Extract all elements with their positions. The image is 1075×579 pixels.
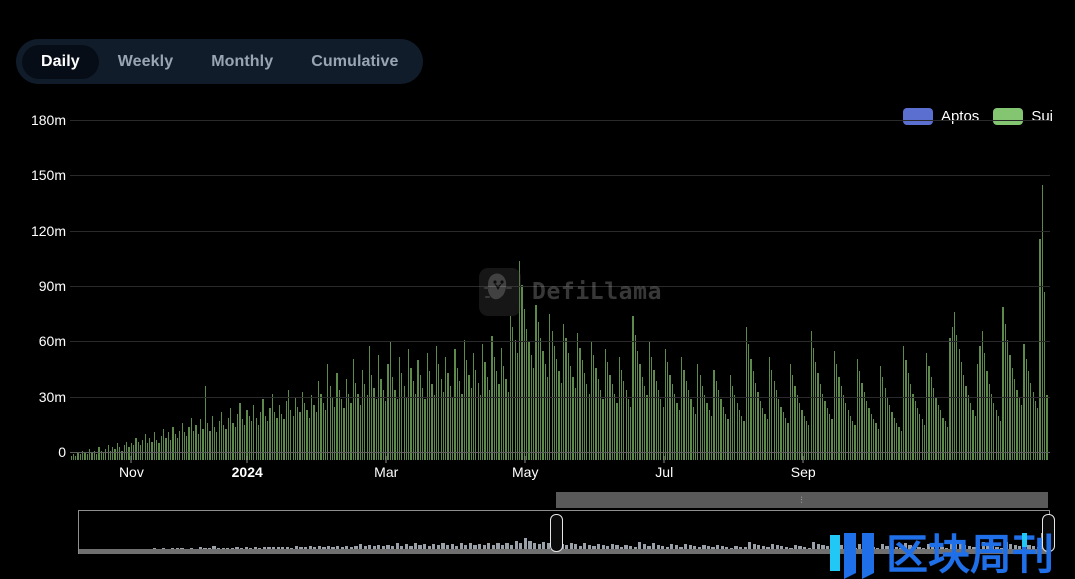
tab-weekly[interactable]: Weekly <box>99 45 192 79</box>
gridline <box>70 396 1050 398</box>
y-axis-tick-label: 30m <box>38 388 66 405</box>
gridline <box>70 120 1050 121</box>
x-axis-tick <box>385 456 387 463</box>
chart-range-brush[interactable]: ⫶ <box>70 492 1055 554</box>
y-axis-tick-label: 0 <box>58 444 66 460</box>
y-axis-tick-label: 60m <box>38 333 66 350</box>
y-axis-tick-label: 90m <box>38 278 66 294</box>
x-axis-tick-label: Nov <box>118 464 144 480</box>
bar-series-container[interactable] <box>70 128 1050 460</box>
range-start-handle[interactable] <box>550 514 563 552</box>
y-axis-tick-label: 120m <box>30 222 66 239</box>
bar-segment-sui <box>1046 395 1048 460</box>
range-end-handle[interactable] <box>1042 514 1055 552</box>
brush-baseline <box>79 549 1050 554</box>
tab-daily[interactable]: Daily <box>22 44 99 79</box>
x-axis-tick-label: Sep <box>790 464 816 480</box>
x-axis-tick <box>524 456 526 463</box>
x-axis-tick-label: 2024 <box>231 464 263 480</box>
defillama-chart-page: { "tabs": { "items": [ {"label": "Daily"… <box>0 0 1075 579</box>
x-axis-tick-label: Mar <box>374 464 399 480</box>
x-axis-tick-label: Jul <box>655 464 674 480</box>
y-axis-tick-label: 150m <box>30 167 66 184</box>
x-axis-tick-label: May <box>512 464 539 480</box>
x-axis-tick <box>663 456 665 463</box>
brush-grip-icon: ⫶ <box>800 494 804 505</box>
gridline <box>70 341 1050 343</box>
gridline <box>70 286 1050 287</box>
gridline <box>70 175 1050 177</box>
gridline <box>70 452 1050 453</box>
bar-slot[interactable] <box>1046 128 1048 460</box>
tab-cumulative[interactable]: Cumulative <box>292 45 417 79</box>
y-axis-labels: 0 30m 60m 90m 120m 150m 180m <box>0 112 66 460</box>
tab-monthly[interactable]: Monthly <box>192 45 292 79</box>
chart-interval-tabs[interactable]: Daily Weekly Monthly Cumulative <box>16 39 424 84</box>
x-axis-labels: Nov 2024 Mar May Jul Sep <box>70 456 1050 490</box>
brush-selection-bar[interactable]: ⫶ <box>556 492 1048 508</box>
x-axis-tick <box>802 456 804 463</box>
brush-mini-chart <box>79 512 1050 554</box>
chart-gridlines <box>70 120 1050 460</box>
chart-plot-area: 0 30m 60m 90m 120m 150m 180m Nov 2024 Mar May Jul S… <box>0 112 1075 480</box>
x-axis-tick <box>246 456 248 463</box>
y-axis-tick-label: 180m <box>30 112 66 128</box>
x-axis-tick <box>130 456 132 463</box>
gridline <box>70 230 1050 232</box>
